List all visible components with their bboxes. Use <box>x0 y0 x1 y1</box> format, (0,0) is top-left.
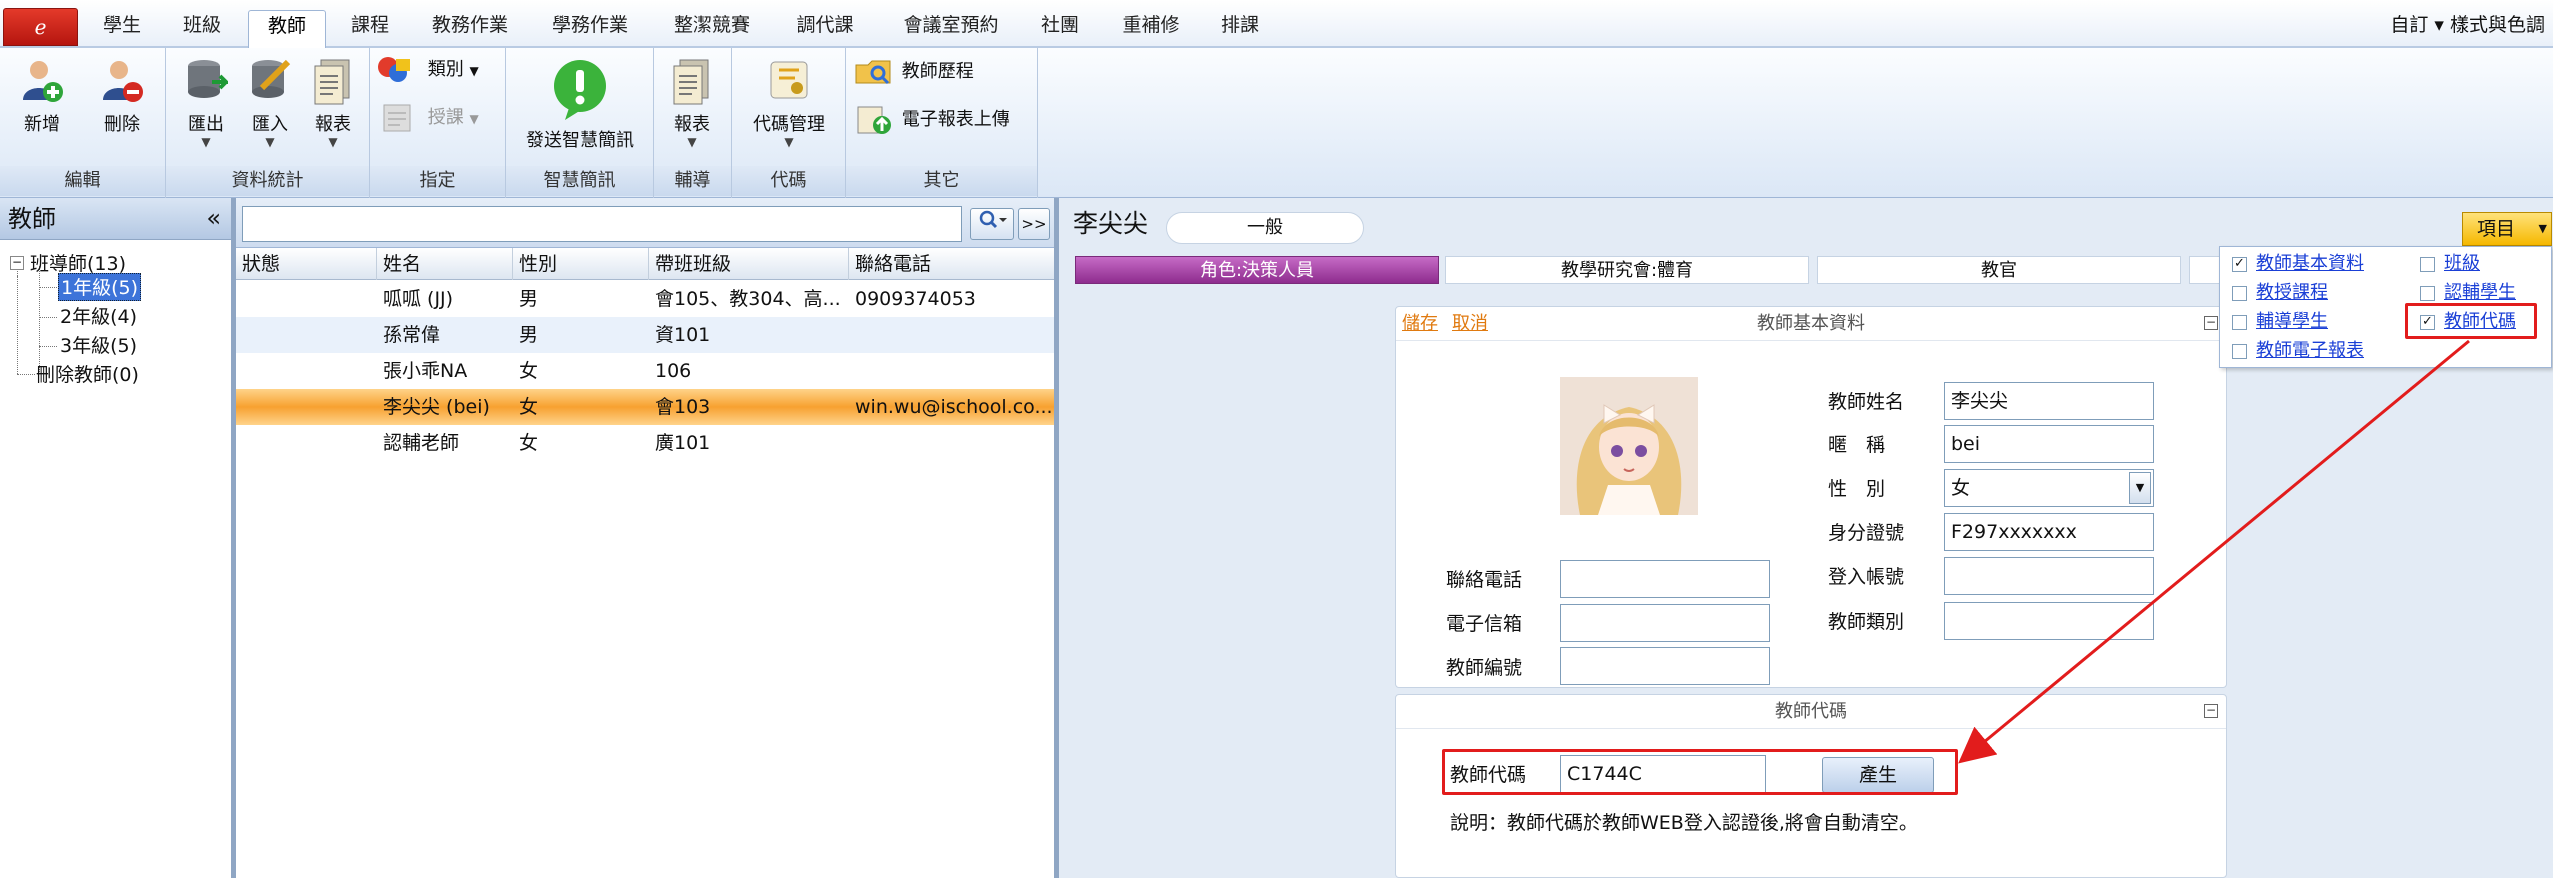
annotation-arrow <box>1958 339 2470 764</box>
